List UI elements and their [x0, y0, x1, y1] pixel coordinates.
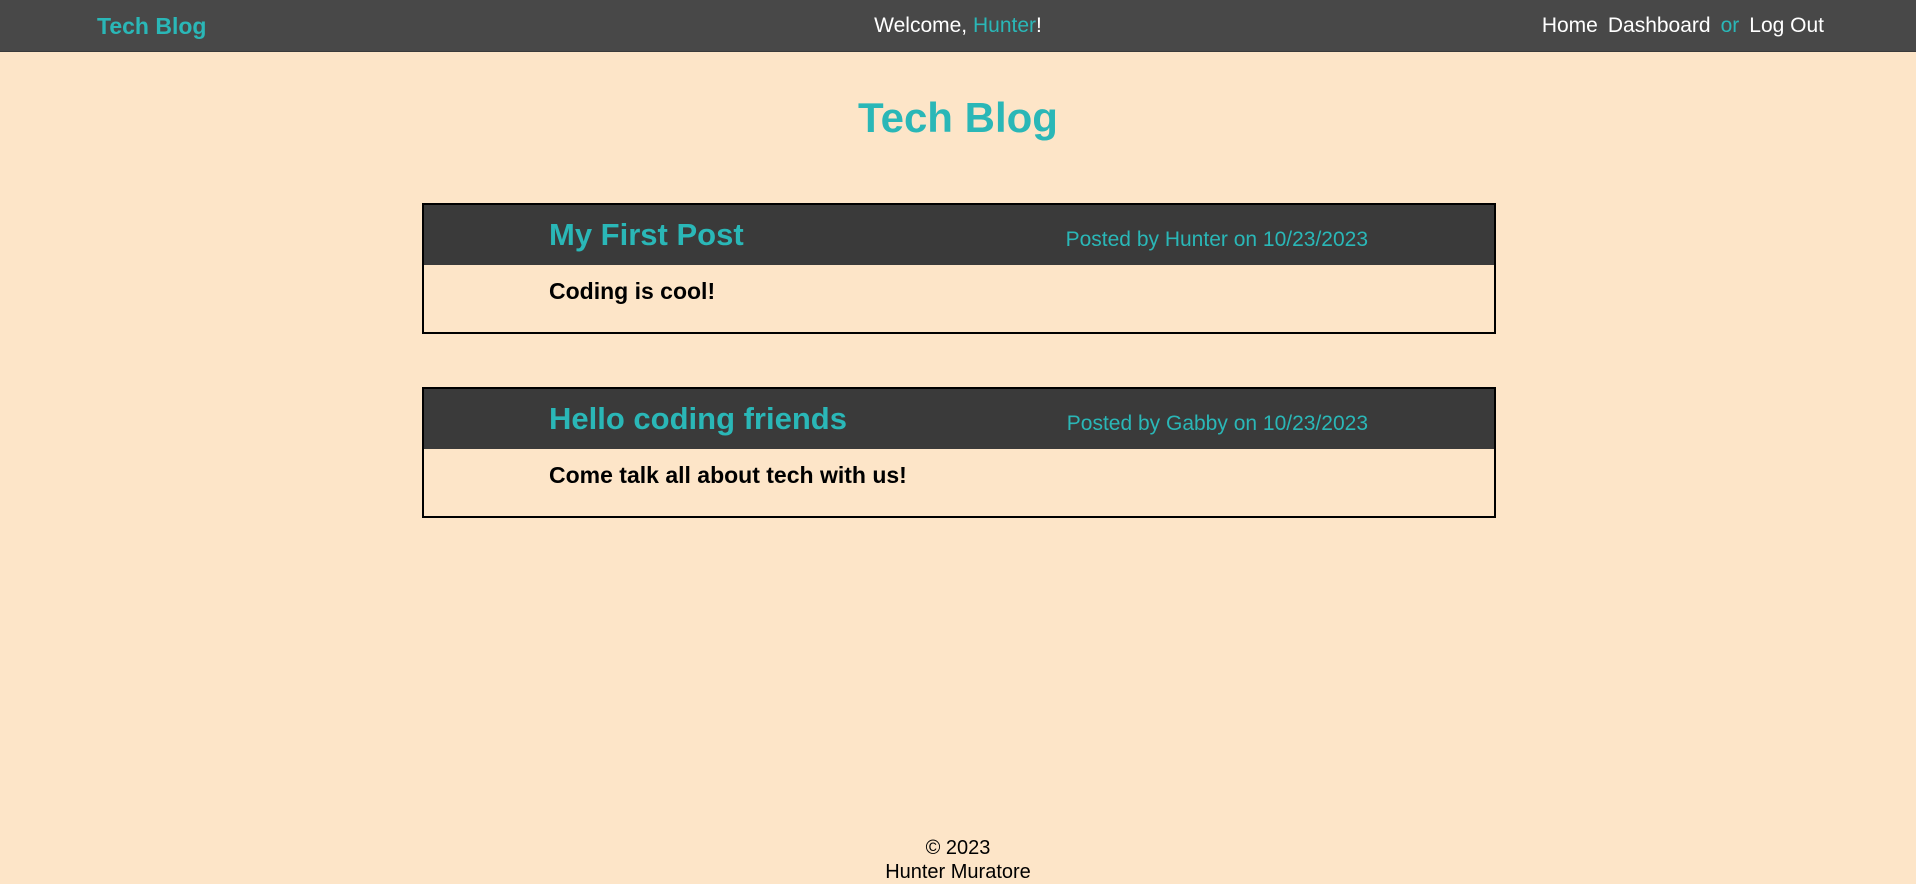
post-header: Hello coding friends Posted by Gabby on …	[424, 389, 1494, 449]
main-nav: Home Dashboard or Log Out	[1542, 13, 1824, 39]
nav-home-link[interactable]: Home	[1542, 13, 1598, 39]
post-card[interactable]: My First Post Posted by Hunter on 10/23/…	[422, 203, 1496, 334]
post-meta: Posted by Hunter on 10/23/2023	[1065, 228, 1368, 251]
brand-link[interactable]: Tech Blog	[97, 12, 206, 40]
post-title-link[interactable]: My First Post	[549, 217, 744, 253]
post-body: Coding is cool!	[549, 278, 716, 304]
post-meta: Posted by Gabby on 10/23/2023	[1066, 412, 1368, 435]
top-navbar: Tech Blog Welcome, Hunter! Home Dashboar…	[0, 0, 1916, 52]
nav-logout-link[interactable]: Log Out	[1749, 13, 1824, 39]
welcome-username: Hunter	[972, 14, 1036, 37]
post-title-link[interactable]: Hello coding friends	[549, 401, 847, 437]
footer-copyright: © 2023	[925, 837, 991, 859]
post-card[interactable]: Hello coding friends Posted by Gabby on …	[422, 387, 1496, 518]
page-title: Tech Blog	[858, 94, 1058, 141]
welcome-suffix: !	[1036, 14, 1042, 37]
nav-dashboard-link[interactable]: Dashboard	[1608, 13, 1711, 39]
nav-or-separator: or	[1720, 14, 1740, 37]
post-header: My First Post Posted by Hunter on 10/23/…	[424, 205, 1494, 265]
footer-author: Hunter Muratore	[885, 861, 1031, 883]
page-footer: © 2023 Hunter Muratore	[0, 836, 1916, 884]
welcome-prefix: Welcome,	[874, 14, 973, 37]
post-body: Come talk all about tech with us!	[549, 462, 907, 488]
